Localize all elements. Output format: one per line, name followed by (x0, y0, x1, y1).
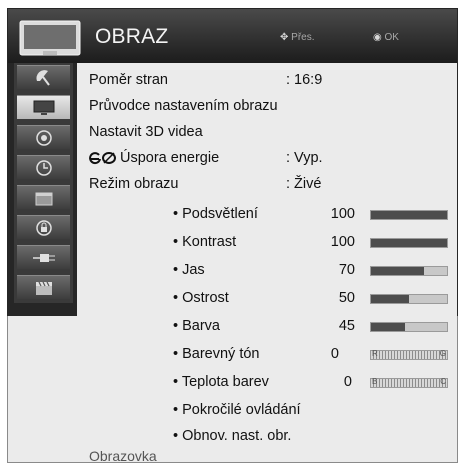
picture-settings-list: Poměr stran : 16:9 Průvodce nastavením o… (77, 63, 457, 464)
connector-icon (32, 253, 55, 262)
video-3d-label: Nastavit 3D videa (89, 124, 203, 140)
video-3d-row[interactable]: Nastavit 3D videa (89, 124, 449, 142)
category-sidebar (14, 63, 73, 303)
setting-advanced-control[interactable]: • Pokročilé ovládání (173, 402, 301, 418)
sidebar-item-lock[interactable] (17, 215, 70, 239)
aspect-ratio-row[interactable]: Poměr stran : 16:9 (89, 72, 449, 90)
setting-picture-reset[interactable]: • Obnov. nast. obr. (173, 428, 291, 444)
setting-backlight[interactable]: • Podsvětlení (173, 206, 258, 222)
setting-sharpness[interactable]: • Ostrost (173, 290, 229, 306)
setting-advanced-control-label: • Pokročilé ovládání (173, 402, 301, 418)
setting-contrast-label: • Kontrast (173, 234, 237, 250)
aspect-ratio-label: Poměr stran (89, 72, 168, 88)
satellite-dish-icon (35, 69, 50, 86)
setting-picture-reset-label: • Obnov. nast. obr. (173, 428, 292, 444)
setting-tint[interactable]: • Barevný tón (173, 346, 259, 362)
bar-fill (371, 239, 447, 247)
calendar-icon (35, 192, 52, 205)
sidebar-item-input[interactable] (17, 245, 70, 269)
setting-tint-label: • Barevný tón (173, 346, 260, 362)
setting-brightness-value: 70 (338, 262, 355, 278)
setting-sharpness-bar[interactable] (370, 294, 448, 304)
temp-right-mark: C (440, 377, 446, 386)
sidebar-item-media[interactable] (17, 275, 70, 299)
setting-color-temperature-value: 0 (343, 374, 352, 390)
picture-wizard-label: Průvodce nastavením obrazu (89, 98, 278, 114)
sidebar-item-audio[interactable] (17, 125, 70, 149)
picture-mode-label: Režim obrazu (89, 176, 179, 192)
lock-icon (35, 219, 52, 236)
move-hint: ✥ Přes. (280, 32, 315, 43)
picture-mode-row[interactable]: Režim obrazu : Živé (89, 176, 449, 194)
setting-color-label: • Barva (173, 318, 220, 334)
bar-fill (371, 211, 447, 219)
eco-energy-icon (89, 152, 116, 165)
aspect-ratio-value: : 16:9 (286, 72, 323, 88)
tv-icon (19, 20, 81, 56)
speaker-icon (35, 129, 52, 146)
bar-fill (371, 323, 406, 331)
setting-backlight-label: • Podsvětlení (173, 206, 258, 222)
setting-color-value: 45 (338, 318, 355, 334)
menu-header: OBRAZ ✥ Přes. ◉ OK (8, 9, 457, 63)
energy-saving-label: Úspora energie (120, 150, 220, 166)
sidebar-item-picture[interactable] (17, 95, 70, 119)
setting-backlight-value: 100 (330, 206, 355, 222)
setting-backlight-bar[interactable] (370, 210, 448, 220)
setting-brightness-label: • Jas (173, 262, 205, 278)
setting-color-temperature[interactable]: • Teplota barev (173, 374, 269, 390)
setting-color[interactable]: • Barva (173, 318, 220, 334)
film-clapper-icon (35, 281, 52, 295)
setting-contrast-value: 100 (330, 234, 355, 250)
setting-color-temperature-label: • Teplota barev (173, 374, 269, 390)
bar-fill (371, 295, 409, 303)
setting-color-temperature-balance[interactable]: B C (370, 377, 448, 388)
energy-saving-value: : Vyp. (286, 150, 323, 166)
setting-tint-balance[interactable]: R G (370, 349, 448, 360)
picture-wizard-row[interactable]: Průvodce nastavením obrazu (89, 98, 449, 116)
energy-saving-label-group: Úspora energie (89, 150, 219, 166)
sidebar-item-channels[interactable] (17, 65, 70, 89)
page-title: OBRAZ (95, 25, 169, 48)
setting-contrast-bar[interactable] (370, 238, 448, 248)
setting-contrast[interactable]: • Kontrast (173, 234, 236, 250)
setting-sharpness-label: • Ostrost (173, 290, 229, 306)
navigation-arrows-icon: ✥ (280, 32, 289, 43)
setting-brightness[interactable]: • Jas (173, 262, 205, 278)
ok-button-icon: ◉ (373, 32, 382, 43)
sidebar-item-options[interactable] (17, 185, 70, 209)
ok-hint: ◉ OK (373, 32, 399, 43)
picture-mode-value: : Živé (286, 176, 322, 192)
energy-saving-row[interactable]: Úspora energie : Vyp. (89, 150, 449, 168)
setting-sharpness-value: 50 (338, 290, 355, 306)
clock-icon (35, 159, 52, 176)
setting-tint-value: 0 (330, 346, 339, 362)
tv-picture-icon (33, 100, 54, 115)
setting-color-bar[interactable] (370, 322, 448, 332)
screen-menu-item[interactable]: Obrazovka (89, 448, 157, 464)
tint-left-mark: R (372, 349, 378, 358)
temp-left-mark: B (372, 377, 378, 386)
tint-right-mark: G (439, 349, 446, 358)
sidebar-item-time[interactable] (17, 155, 70, 179)
bar-fill (371, 267, 425, 275)
setting-brightness-bar[interactable] (370, 266, 448, 276)
